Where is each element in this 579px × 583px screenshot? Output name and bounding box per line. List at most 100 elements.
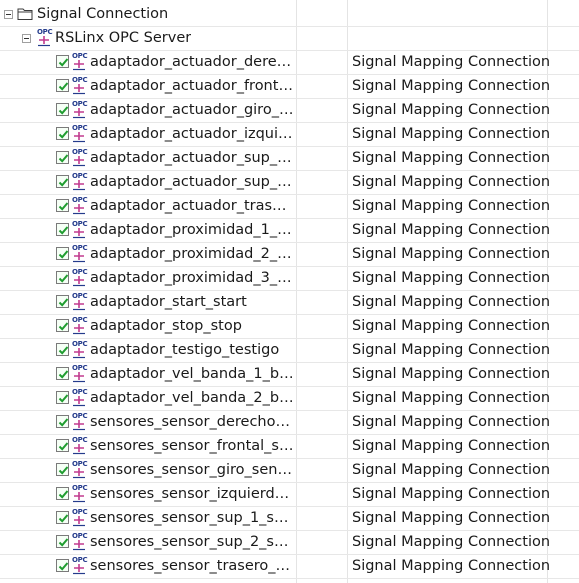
opc-signal-icon: OPC: [71, 292, 88, 311]
opc-signal-icon: OPC: [71, 76, 88, 95]
opc-signal-icon: OPC: [71, 508, 88, 527]
opc-signal-icon: OPC: [71, 268, 88, 287]
signal-row[interactable]: OPC adaptador_testigo_testigo Signal Mappi…: [0, 339, 579, 363]
opc-signal-icon: OPC: [71, 436, 88, 455]
tree-row-server[interactable]: OPC RSLinx OPC Server: [0, 27, 579, 51]
signal-row[interactable]: OPC adaptador_stop_stop Signal Mapping Con…: [0, 315, 579, 339]
checkbox-checked-icon[interactable]: [56, 247, 69, 260]
signal-row[interactable]: OPC adaptador_actuador_frontal_... Signal …: [0, 75, 579, 99]
checkbox-checked-icon[interactable]: [56, 367, 69, 380]
opc-signal-icon: OPC: [71, 220, 88, 239]
checkbox-checked-icon[interactable]: [56, 439, 69, 452]
signal-row[interactable]: OPC adaptador_proximidad_2_pr... Signal Ma…: [0, 243, 579, 267]
signal-type: Signal Mapping Connection: [352, 102, 551, 118]
opc-signal-icon: OPC: [71, 52, 88, 71]
opc-signal-icon: OPC: [71, 244, 88, 263]
signal-name: sensores_sensor_derecho_sen...: [90, 414, 294, 430]
signal-row[interactable]: OPC adaptador_actuador_sup_2_a... Signal M…: [0, 171, 579, 195]
checkbox-checked-icon[interactable]: [56, 559, 69, 572]
checkbox-checked-icon[interactable]: [56, 223, 69, 236]
signal-name: adaptador_start_start: [90, 294, 247, 310]
signal-name: adaptador_actuador_giro_act...: [90, 102, 294, 118]
signal-name: adaptador_actuador_sup_2_a...: [90, 174, 294, 190]
signal-row[interactable]: OPC adaptador_start_start Signal Mapping C…: [0, 291, 579, 315]
signal-row[interactable]: OPC adaptador_actuador_derecho... Signal M…: [0, 51, 579, 75]
signal-row[interactable]: OPCsensores_sensor_derecho_sen... Signal …: [0, 411, 579, 435]
signal-connection-tree: Signal Connection OPC RSLinx OPC Server …: [0, 0, 579, 583]
signal-name: sensores_sensor_trasero_sens...: [90, 558, 294, 574]
signal-type: Signal Mapping Connection: [352, 486, 551, 502]
opc-signal-icon: OPC: [71, 100, 88, 119]
checkbox-checked-icon[interactable]: [56, 127, 69, 140]
signal-type: Signal Mapping Connection: [352, 198, 551, 214]
opc-signal-icon: OPC: [71, 532, 88, 551]
signal-row[interactable]: OPCsensores_sensor_izquierdo_se... Signal…: [0, 483, 579, 507]
checkbox-checked-icon[interactable]: [56, 271, 69, 284]
signal-name: sensores_sensor_sup_2_sensor...: [90, 534, 294, 550]
checkbox-checked-icon[interactable]: [56, 175, 69, 188]
signal-type: Signal Mapping Connection: [352, 462, 551, 478]
signal-name: adaptador_proximidad_2_pr...: [90, 246, 294, 262]
signal-row[interactable]: OPC adaptador_vel_banda_2_ban... Signal Ma…: [0, 387, 579, 411]
checkbox-checked-icon[interactable]: [56, 535, 69, 548]
signal-row[interactable]: OPCsensores_sensor_trasero_sens... Signal…: [0, 555, 579, 579]
signal-row[interactable]: OPC adaptador_actuador_izquierd... Signal …: [0, 123, 579, 147]
collapse-toggle-server[interactable]: [22, 34, 31, 43]
signal-row[interactable]: OPC adaptador_proximidad_1_pr... Signal Ma…: [0, 219, 579, 243]
signal-row[interactable]: OPC adaptador_vel_banda_1_ban... Signal Ma…: [0, 363, 579, 387]
signal-name: adaptador_actuador_izquierd...: [90, 126, 294, 142]
opc-signal-icon: OPC: [71, 196, 88, 215]
signal-row[interactable]: OPC adaptador_actuador_sup_1_a... Signal M…: [0, 147, 579, 171]
checkbox-checked-icon[interactable]: [56, 295, 69, 308]
signal-type: Signal Mapping Connection: [352, 438, 551, 454]
signal-type: Signal Mapping Connection: [352, 246, 551, 262]
signal-name: adaptador_stop_stop: [90, 318, 242, 334]
checkbox-checked-icon[interactable]: [56, 487, 69, 500]
signal-type: Signal Mapping Connection: [352, 150, 551, 166]
checkbox-checked-icon[interactable]: [56, 103, 69, 116]
tree-row-root[interactable]: Signal Connection: [0, 3, 579, 27]
signal-row[interactable]: OPCsensores_sensor_sup_2_sensor... Signal…: [0, 531, 579, 555]
opc-signal-icon: OPC: [71, 460, 88, 479]
signal-name: adaptador_actuador_sup_1_a...: [90, 150, 294, 166]
checkbox-checked-icon[interactable]: [56, 55, 69, 68]
signal-name: adaptador_actuador_derecho...: [90, 54, 294, 70]
signal-row[interactable]: OPCsensores_sensor_giro_sensor_... Signal…: [0, 459, 579, 483]
checkbox-checked-icon[interactable]: [56, 319, 69, 332]
opc-signal-icon: OPC: [71, 412, 88, 431]
signal-type: Signal Mapping Connection: [352, 558, 551, 574]
signal-row[interactable]: OPC adaptador_actuador_giro_act... Signal …: [0, 99, 579, 123]
signal-type: Signal Mapping Connection: [352, 366, 551, 382]
signal-row[interactable]: OPC adaptador_actuador_trasero_... Signal …: [0, 195, 579, 219]
server-label: RSLinx OPC Server: [55, 30, 192, 46]
checkbox-checked-icon[interactable]: [56, 415, 69, 428]
signal-type: Signal Mapping Connection: [352, 78, 551, 94]
signal-name: sensores_sensor_sup_1_sensor...: [90, 510, 294, 526]
signal-name: sensores_sensor_frontal_sens...: [90, 438, 294, 454]
checkbox-checked-icon[interactable]: [56, 79, 69, 92]
signal-type: Signal Mapping Connection: [352, 54, 551, 70]
checkbox-checked-icon[interactable]: [56, 463, 69, 476]
signal-row[interactable]: OPCsensores_sensor_frontal_sens... Signal…: [0, 435, 579, 459]
signal-type: Signal Mapping Connection: [352, 294, 551, 310]
collapse-toggle-root[interactable]: [4, 10, 13, 19]
opc-signal-icon: OPC: [71, 172, 88, 191]
signal-name: adaptador_proximidad_1_pr...: [90, 222, 294, 238]
checkbox-checked-icon[interactable]: [56, 199, 69, 212]
signal-row[interactable]: OPC adaptador_proximidad_3_pr... Signal Ma…: [0, 267, 579, 291]
signal-name: adaptador_vel_banda_2_ban...: [90, 390, 294, 406]
checkbox-checked-icon[interactable]: [56, 343, 69, 356]
checkbox-checked-icon[interactable]: [56, 511, 69, 524]
opc-signal-icon: OPC: [71, 316, 88, 335]
signal-name: sensores_sensor_giro_sensor_...: [90, 462, 294, 478]
checkbox-checked-icon[interactable]: [56, 151, 69, 164]
opc-signal-icon: OPC: [71, 340, 88, 359]
signal-row[interactable]: OPCsensores_sensor_sup_1_sensor... Signal…: [0, 507, 579, 531]
opc-signal-icon: OPC: [71, 124, 88, 143]
signal-type: Signal Mapping Connection: [352, 318, 551, 334]
opc-signal-icon: OPC: [71, 484, 88, 503]
checkbox-checked-icon[interactable]: [56, 391, 69, 404]
signal-type: Signal Mapping Connection: [352, 222, 551, 238]
signal-type: Signal Mapping Connection: [352, 414, 551, 430]
signal-type: Signal Mapping Connection: [352, 174, 551, 190]
